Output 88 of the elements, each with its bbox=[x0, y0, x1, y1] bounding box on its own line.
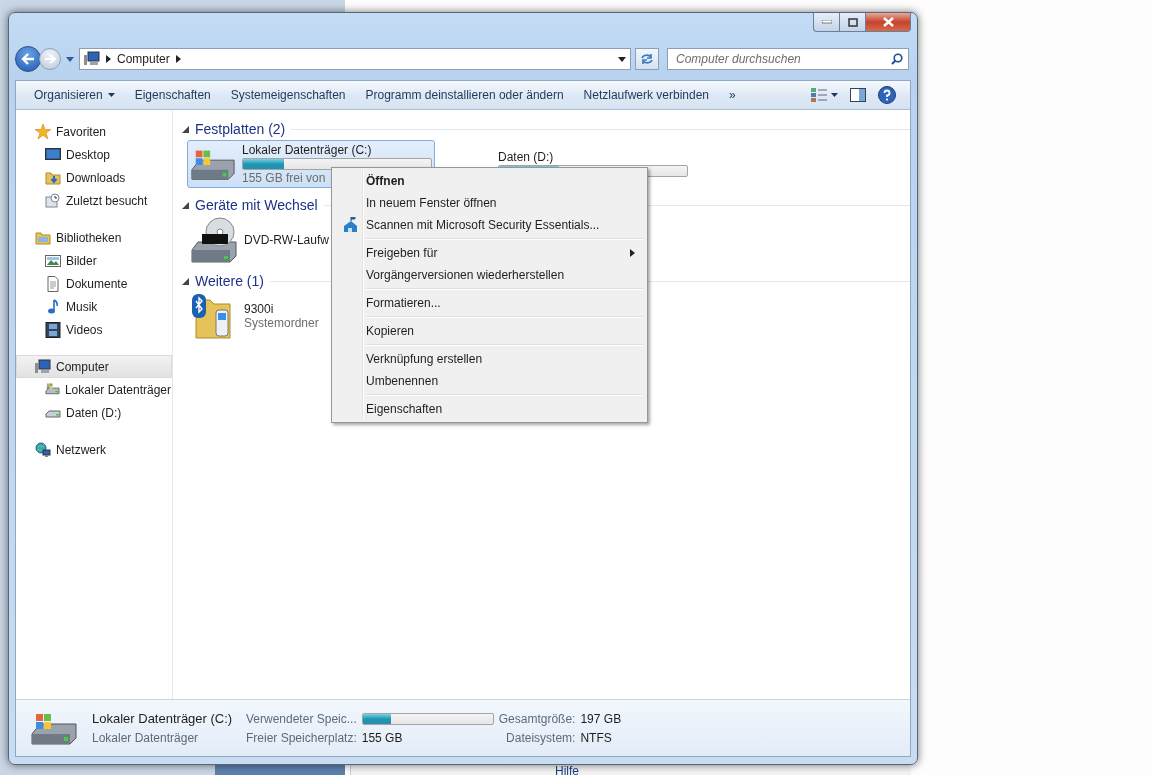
item-name: DVD-RW-Laufw bbox=[244, 233, 329, 247]
view-list-icon bbox=[811, 88, 827, 102]
item-name: Lokaler Datenträger (C:) bbox=[92, 711, 232, 726]
nav-item[interactable]: Videos bbox=[16, 318, 172, 341]
computer-icon bbox=[84, 51, 100, 67]
computer-icon bbox=[35, 358, 51, 375]
star-icon bbox=[35, 123, 51, 140]
recent-places-icon bbox=[45, 192, 61, 209]
item-name: Daten (D:) bbox=[498, 150, 554, 164]
menu-item[interactable]: Verknüpfung erstellen bbox=[334, 348, 645, 370]
chevron-icon bbox=[106, 55, 111, 63]
collapse-icon bbox=[181, 277, 189, 285]
forward-button[interactable] bbox=[39, 48, 61, 70]
nav-item[interactable]: Daten (D:) bbox=[16, 401, 172, 424]
help-icon bbox=[878, 86, 896, 104]
maximize-button[interactable] bbox=[840, 13, 866, 32]
caret-icon bbox=[107, 93, 115, 97]
nav-item[interactable]: Downloads bbox=[16, 166, 172, 189]
field-label: Dateisystem: bbox=[505, 730, 576, 745]
search-field[interactable]: Computer durchsuchen bbox=[667, 48, 909, 70]
film-icon bbox=[45, 321, 61, 338]
field-label: Gesamtgröße: bbox=[498, 711, 576, 726]
item-detail: Systemordner bbox=[244, 316, 319, 330]
nav-item[interactable]: Musik bbox=[16, 295, 172, 318]
music-note-icon bbox=[45, 298, 61, 315]
submenu-arrow-icon bbox=[630, 249, 635, 257]
caret-icon bbox=[66, 56, 74, 62]
menu-item[interactable]: Umbenennen bbox=[334, 370, 645, 392]
nav-item[interactable]: Zuletzt besucht bbox=[16, 189, 172, 212]
menu-link[interactable]: Hilfe bbox=[555, 764, 579, 775]
nav-item[interactable]: Favoriten bbox=[16, 120, 172, 143]
library-folder-icon bbox=[35, 229, 51, 246]
toolbar-button[interactable]: Programm deinstallieren oder ändern bbox=[355, 84, 574, 106]
menu-item[interactable]: Vorgängerversionen wiederherstellen bbox=[334, 264, 645, 286]
collapse-icon bbox=[181, 201, 189, 209]
document-icon bbox=[45, 275, 61, 292]
field-label: Freier Speicherplatz: bbox=[246, 730, 357, 745]
picture-icon bbox=[45, 252, 61, 269]
item-name: 9300i bbox=[244, 302, 274, 316]
address-field[interactable]: Computer bbox=[79, 48, 631, 70]
close-button[interactable] bbox=[866, 13, 911, 32]
field-label: Verwendeter Speic... bbox=[246, 711, 357, 726]
overflow-button[interactable]: » bbox=[719, 84, 746, 106]
dvd-drive-icon bbox=[190, 216, 238, 264]
refresh-button[interactable] bbox=[635, 48, 659, 70]
field-value: 155 GB bbox=[361, 730, 404, 745]
menu-item[interactable]: Formatieren... bbox=[334, 292, 645, 314]
menu-item[interactable]: Scannen mit Microsoft Security Essentials... bbox=[334, 214, 645, 236]
nav-item[interactable]: Computer bbox=[16, 355, 172, 378]
monitor-icon bbox=[45, 146, 61, 163]
toolbar-button[interactable]: Netzlaufwerk verbinden bbox=[573, 84, 719, 106]
maximize-icon bbox=[847, 17, 858, 27]
collapse-icon bbox=[181, 125, 189, 133]
shield-house-icon bbox=[342, 217, 358, 233]
nav-item[interactable]: Lokaler Datenträger bbox=[16, 378, 172, 401]
group-header[interactable]: Festplatten (2) bbox=[181, 118, 910, 140]
menu-item[interactable]: Freigeben für bbox=[334, 242, 645, 264]
toolbar-button[interactable]: Systemeigenschaften bbox=[220, 84, 356, 106]
caret-icon bbox=[831, 93, 838, 97]
download-folder-icon bbox=[45, 169, 61, 186]
menu-item[interactable]: In neuem Fenster öffnen bbox=[334, 192, 645, 214]
breadcrumb[interactable]: Computer bbox=[117, 52, 170, 66]
item-type: Lokaler Datenträger bbox=[92, 731, 200, 745]
back-arrow-icon bbox=[21, 53, 35, 65]
menu-item[interactable]: Kopieren bbox=[334, 320, 645, 342]
pane-icon bbox=[850, 88, 866, 102]
minimize-icon bbox=[821, 20, 832, 24]
field-value: 197 GB bbox=[580, 711, 622, 726]
nav-item[interactable]: Netzwerk bbox=[16, 438, 172, 461]
close-icon bbox=[882, 17, 894, 27]
toolbar-button[interactable]: Eigenschaften bbox=[124, 84, 221, 106]
network-icon bbox=[35, 441, 51, 458]
chevron-icon bbox=[175, 55, 181, 63]
caret-icon bbox=[618, 56, 626, 62]
nav-item[interactable]: Desktop bbox=[16, 143, 172, 166]
nav-item[interactable]: Dokumente bbox=[16, 272, 172, 295]
field-value: NTFS bbox=[580, 730, 613, 745]
toolbar-button[interactable]: Organisieren bbox=[24, 84, 125, 106]
nav-item[interactable]: Bilder bbox=[16, 249, 172, 272]
refresh-icon bbox=[640, 53, 654, 65]
back-button[interactable] bbox=[15, 46, 41, 72]
search-icon bbox=[891, 53, 903, 65]
item-name: Lokaler Datenträger (C:) bbox=[242, 143, 372, 157]
forward-arrow-icon bbox=[44, 54, 56, 64]
item-detail: 155 GB frei von bbox=[242, 171, 326, 185]
nav-item[interactable]: Bibliotheken bbox=[16, 226, 172, 249]
minimize-button[interactable] bbox=[813, 13, 840, 32]
menu-item[interactable]: Eigenschaften bbox=[334, 398, 645, 420]
